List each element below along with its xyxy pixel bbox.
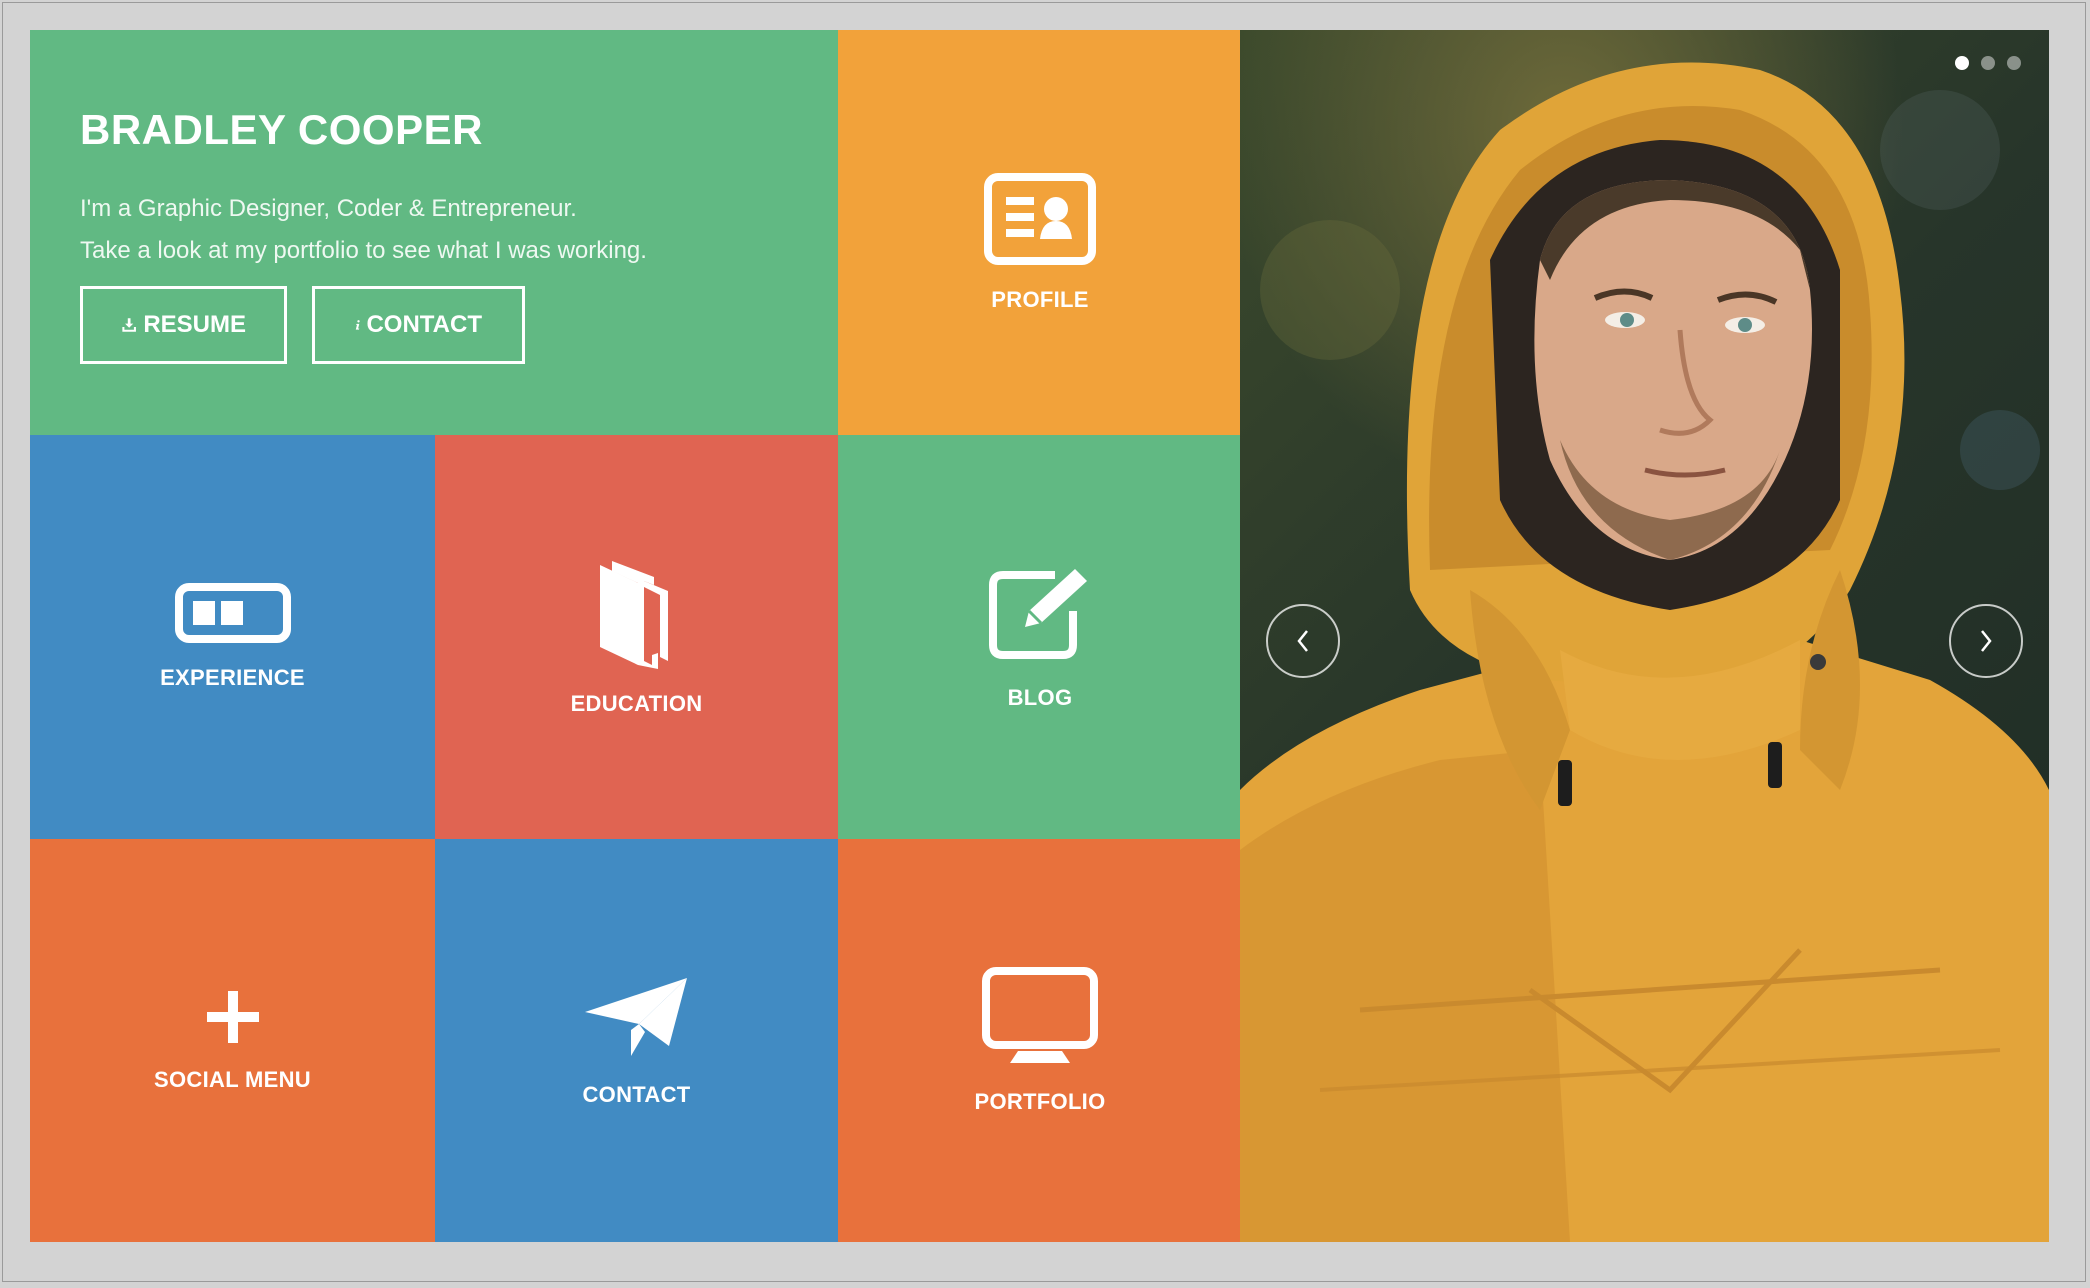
photo-slider[interactable] (1240, 30, 2049, 1242)
info-icon (355, 320, 360, 330)
tile-experience[interactable]: EXPERIENCE (30, 435, 435, 839)
tile-social-label: SOCIAL MENU (154, 1066, 311, 1092)
portrait-photo (1240, 62, 2049, 1242)
intro-line-1: I'm a Graphic Designer, Coder & Entrepre… (80, 195, 577, 222)
contact-button[interactable]: CONTACT (312, 286, 525, 364)
tile-education[interactable]: EDUCATION (435, 435, 838, 839)
tile-blog[interactable]: BLOG (838, 435, 1242, 839)
tile-profile[interactable]: PROFILE (838, 30, 1242, 435)
intro-text: I'm a Graphic Designer, Coder & Entrepre… (80, 188, 647, 272)
download-icon (122, 318, 136, 332)
slider-dot-3[interactable] (2007, 56, 2021, 70)
chevron-left-icon (1297, 630, 1308, 652)
tile-blog-label: BLOG (1007, 685, 1073, 710)
tile-experience-label: EXPERIENCE (160, 665, 305, 690)
slider-dots (1955, 56, 2021, 70)
slider-dot-1[interactable] (1955, 56, 1969, 70)
tile-contact[interactable]: CONTACT (435, 839, 838, 1242)
edit-icon (989, 569, 1087, 659)
intro-tile: BRADLEY COOPER I'm a Graphic Designer, C… (30, 30, 838, 435)
id-card-icon (984, 172, 1096, 265)
paper-plane-icon (584, 977, 687, 1056)
book-icon (599, 561, 668, 669)
tile-contact-label: CONTACT (582, 1081, 691, 1107)
resume-label: RESUME (143, 311, 246, 338)
contact-label: CONTACT (366, 311, 482, 338)
slider-next-button[interactable] (1949, 604, 2023, 678)
tile-education-label: EDUCATION (570, 691, 703, 716)
intro-buttons: RESUME CONTACT (80, 286, 525, 364)
page-title: BRADLEY COOPER (80, 106, 483, 153)
monitor-icon (982, 966, 1098, 1063)
plus-icon (206, 990, 259, 1043)
slider-dot-2[interactable] (1981, 56, 1995, 70)
tile-portfolio[interactable]: PORTFOLIO (838, 839, 1242, 1242)
resume-button[interactable]: RESUME (80, 286, 287, 364)
intro-line-2: Take a look at my portfolio to see what … (80, 237, 647, 264)
chevron-right-icon (1981, 630, 1992, 652)
progress-bar-icon (174, 583, 291, 643)
slider-prev-button[interactable] (1266, 604, 1340, 678)
tile-social-menu[interactable]: SOCIAL MENU (30, 839, 435, 1242)
tile-profile-label: PROFILE (991, 286, 1089, 312)
tile-portfolio-label: PORTFOLIO (974, 1088, 1106, 1114)
